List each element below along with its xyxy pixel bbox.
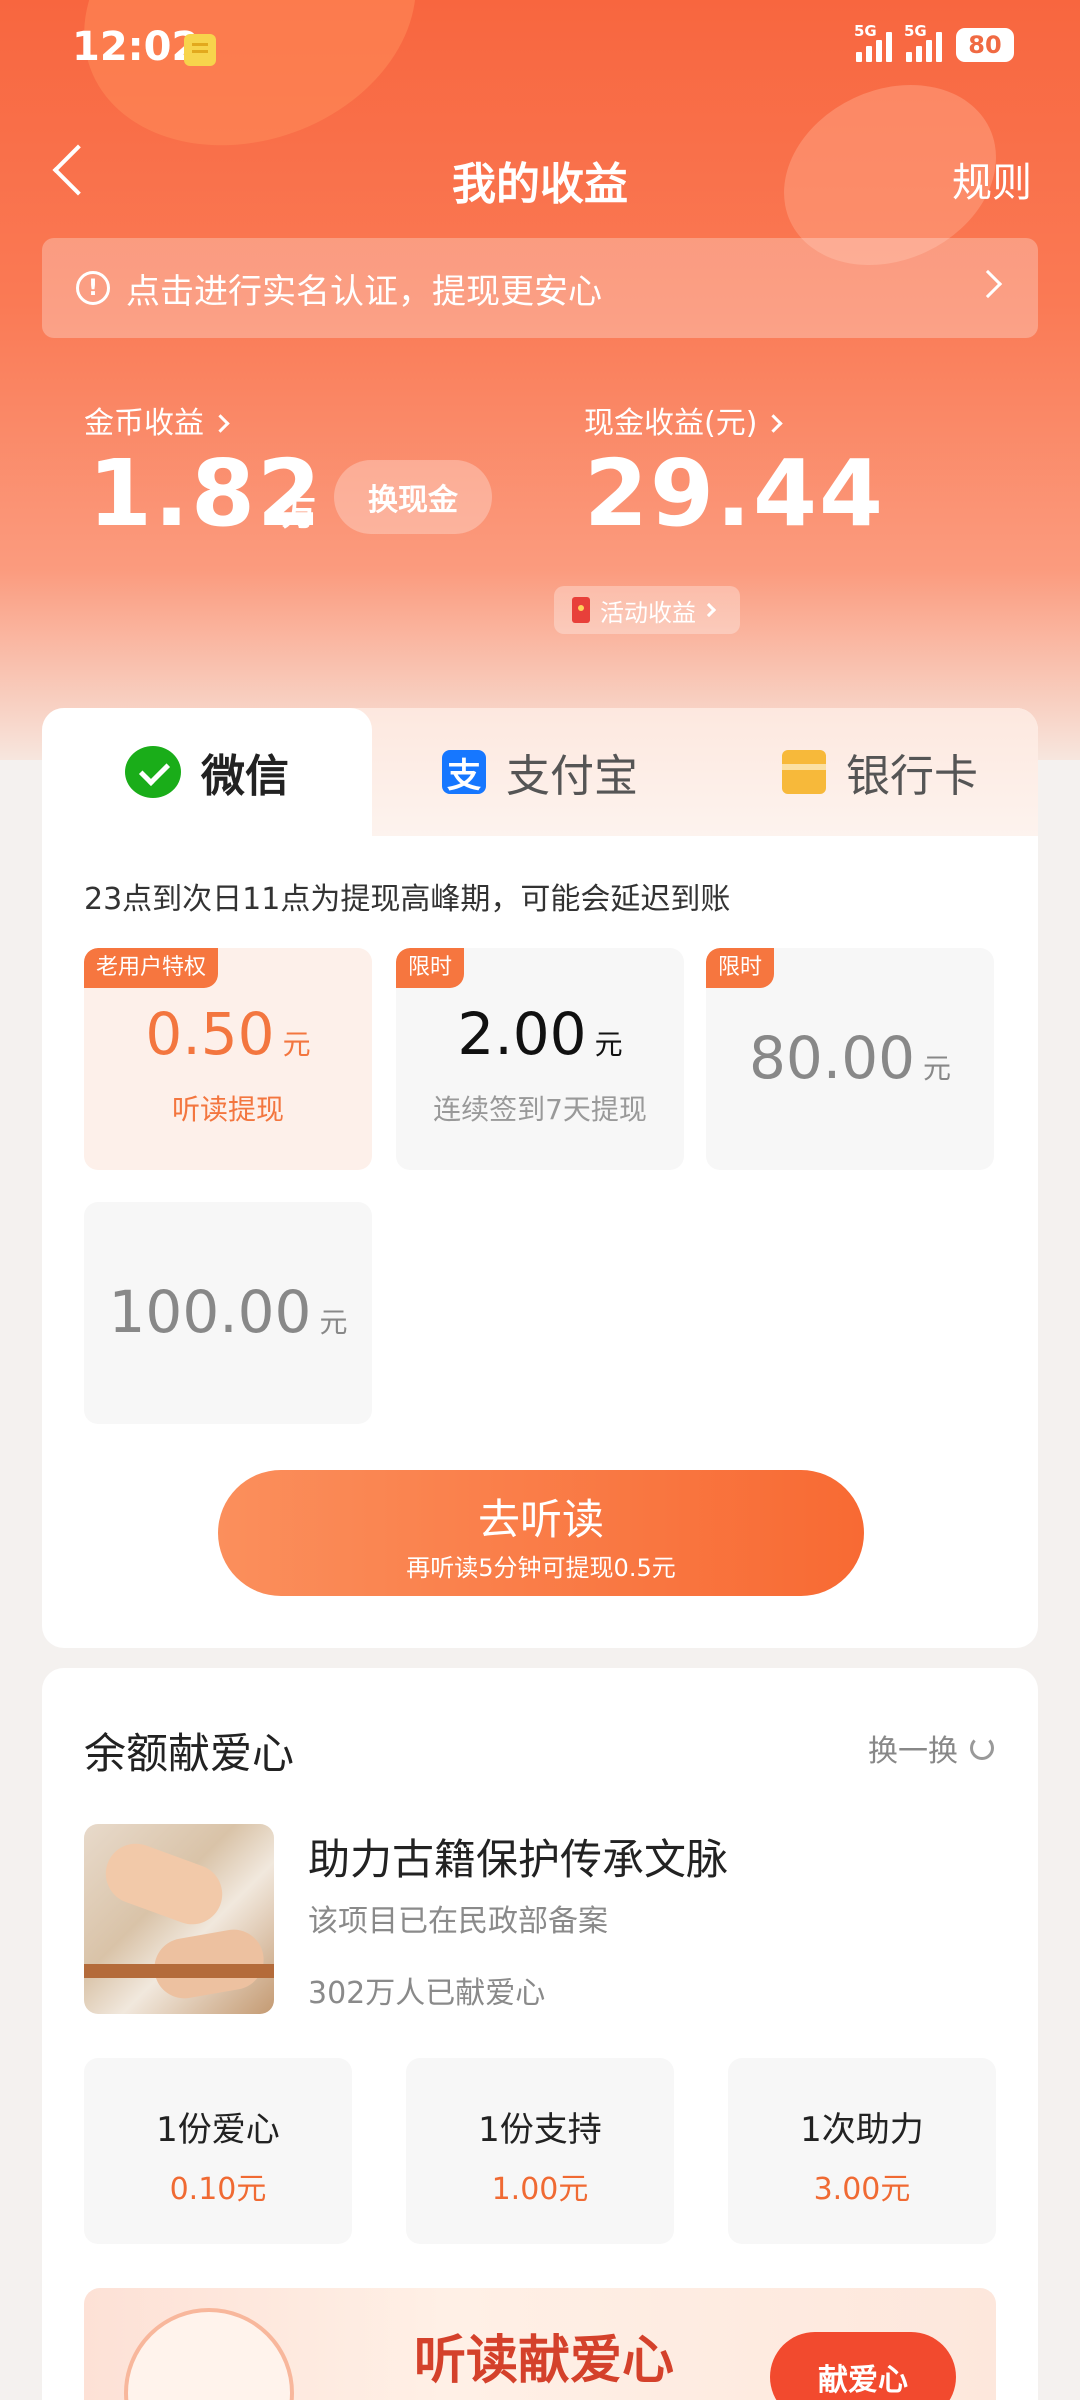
tab-alipay[interactable]: 支 支付宝 (442, 708, 638, 836)
option-amount: 2.00 元 (396, 1000, 684, 1068)
option-desc: 听读提现 (171, 1093, 284, 1126)
project-subtitle: 该项目已在民政部备案 (308, 1904, 608, 1939)
chevron-right-icon (211, 414, 230, 433)
coin-earnings-unit: 万 (282, 494, 316, 534)
option-amount: 100.00 元 (84, 1278, 372, 1346)
withdraw-card: 微信 支 支付宝 银行卡 23点到次日11点为提现高峰期，可能会延迟到账 老用户… (42, 708, 1038, 1648)
donate-button[interactable]: 献爱心 (770, 2332, 956, 2400)
page-title: 我的收益 (452, 159, 628, 210)
verification-notice[interactable]: ! 点击进行实名认证，提现更安心 (42, 238, 1038, 338)
donation-option[interactable]: 1份支持 1.00元 (406, 2058, 674, 2244)
refresh-button[interactable]: 换一换 (868, 1726, 994, 1770)
coin-earnings-link[interactable]: 金币收益 (84, 398, 230, 442)
amount-unit: 元 (319, 1306, 348, 1339)
banner-title: 听读献爱心 (414, 2331, 675, 2391)
donation-option[interactable]: 1份爱心 0.10元 (84, 2058, 352, 2244)
notification-icon (184, 34, 216, 66)
info-icon: ! (76, 271, 110, 305)
exchange-cash-button[interactable]: 换现金 (334, 460, 492, 534)
withdraw-option[interactable]: 100.00 元 (84, 1202, 372, 1424)
project-image[interactable] (84, 1824, 274, 2014)
mascot-illustration (124, 2308, 294, 2400)
refresh-icon (970, 1736, 994, 1760)
option-amount: 0.50 元 (84, 1000, 372, 1068)
chevron-right-icon (973, 269, 1003, 299)
donation-card: 余额献爱心 换一换 助力古籍保护传承文脉 该项目已在民政部备案 302万人已献爱… (42, 1668, 1038, 2400)
withdraw-option[interactable]: 限时 80.00 元 (706, 948, 994, 1170)
project-title[interactable]: 助力古籍保护传承文脉 (308, 1826, 728, 1887)
activity-earnings-label: 活动收益 (600, 598, 696, 627)
donation-option-name: 1份爱心 (156, 2110, 280, 2150)
rules-link[interactable]: 规则 (952, 150, 1032, 208)
option-badge: 老用户特权 (84, 948, 219, 988)
notice-text: 点击进行实名认证，提现更安心 (126, 271, 602, 312)
donation-option[interactable]: 1次助力 3.00元 (728, 2058, 996, 2244)
alipay-icon: 支 (442, 750, 486, 796)
amount-unit: 元 (282, 1028, 311, 1061)
cash-earnings-value: 29.44 (584, 440, 886, 547)
nav-bar: 我的收益 规则 (0, 130, 1080, 220)
status-indicators: 5G 5G 80 (854, 22, 1014, 62)
refresh-label: 换一换 (868, 1734, 958, 1769)
donation-title: 余额献爱心 (84, 1729, 295, 1778)
network-type: 5G (904, 22, 927, 40)
red-packet-icon (572, 597, 590, 623)
wechat-icon (125, 746, 181, 798)
cta-sublabel: 再听读5分钟可提现0.5元 (406, 1554, 676, 1582)
donation-option-name: 1份支持 (478, 2110, 602, 2150)
option-badge: 限时 (706, 948, 775, 988)
donation-option-price: 0.10元 (169, 2172, 267, 2207)
chevron-right-icon (764, 414, 784, 433)
go-listen-button[interactable]: 去听读 再听读5分钟可提现0.5元 (218, 1470, 864, 1596)
tab-label: 支付宝 (506, 751, 638, 802)
option-badge: 限时 (396, 948, 465, 988)
amount-unit: 元 (923, 1052, 952, 1085)
cta-label: 去听读 (477, 1495, 604, 1544)
amount-value: 80.00 (748, 1024, 916, 1092)
network-type: 5G (854, 22, 877, 40)
option-amount: 80.00 元 (706, 1024, 994, 1092)
tab-label: 微信 (201, 751, 289, 802)
donation-banner[interactable]: 听读献爱心 献爱心 (84, 2288, 996, 2400)
activity-earnings-button[interactable]: 活动收益 (554, 586, 740, 634)
amount-value: 0.50 (145, 1000, 275, 1068)
donation-option-name: 1次助力 (800, 2110, 924, 2150)
payment-tabs: 微信 支 支付宝 银行卡 (42, 708, 1038, 836)
tab-label: 银行卡 (846, 751, 978, 802)
withdraw-option[interactable]: 限时 2.00 元 连续签到7天提现 (396, 948, 684, 1170)
signal-icon: 5G (904, 22, 942, 62)
coin-earnings-label: 金币收益 (84, 406, 204, 441)
withdraw-option[interactable]: 老用户特权 0.50 元 听读提现 (84, 948, 372, 1170)
option-desc: 连续签到7天提现 (433, 1093, 647, 1126)
battery-icon: 80 (956, 28, 1014, 62)
donation-option-price: 1.00元 (491, 2172, 589, 2207)
amount-value: 2.00 (457, 1000, 587, 1068)
cash-earnings-label: 现金收益(元) (584, 406, 758, 441)
status-bar: 12:02 5G 5G 80 (0, 0, 1080, 100)
bank-card-icon (782, 750, 826, 794)
peak-notice: 23点到次日11点为提现高峰期，可能会延迟到账 (84, 882, 731, 917)
project-count: 302万人已献爱心 (308, 1976, 546, 2011)
status-time: 12:02 (72, 24, 200, 70)
chevron-right-icon (701, 602, 717, 618)
hero-background (0, 0, 1080, 760)
cash-earnings-link[interactable]: 现金收益(元) (584, 398, 784, 442)
amount-unit: 元 (594, 1028, 623, 1061)
tab-wechat[interactable]: 微信 (42, 708, 372, 836)
signal-icon: 5G (854, 22, 892, 62)
tab-bank-card[interactable]: 银行卡 (782, 708, 978, 836)
amount-value: 100.00 (108, 1278, 312, 1346)
donation-option-price: 3.00元 (813, 2172, 911, 2207)
